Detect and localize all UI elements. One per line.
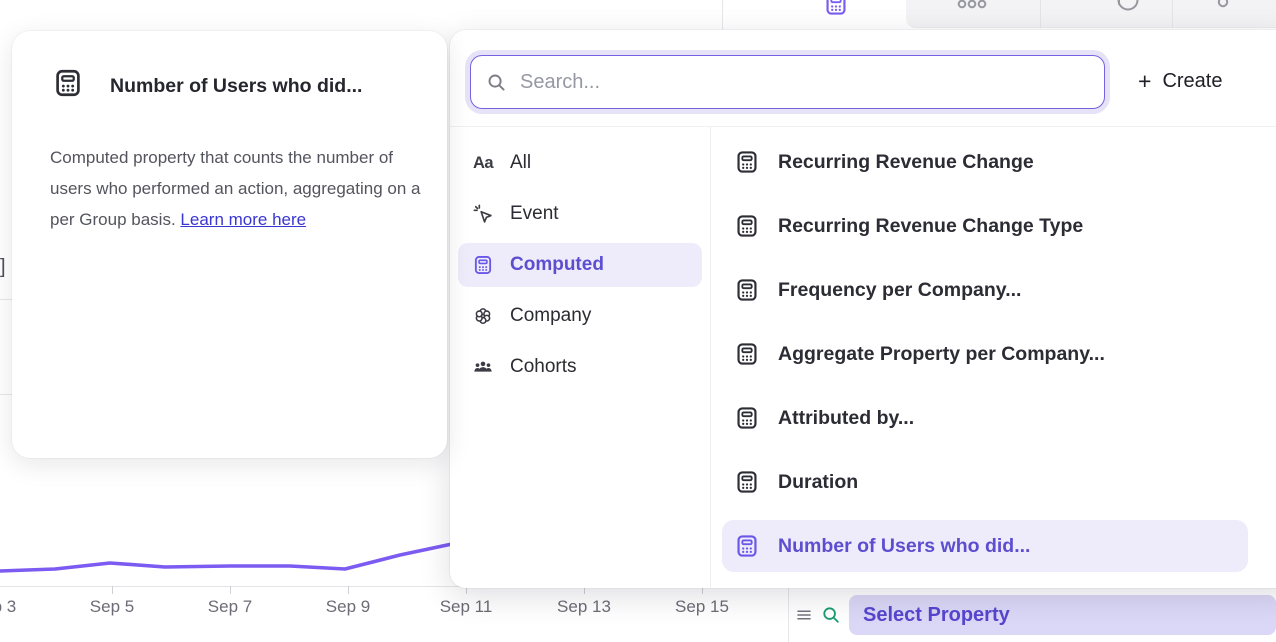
text-aa-icon: Aa [472,152,494,174]
header-divider [450,126,1276,127]
tooltip-title: Number of Users who did... [110,75,362,98]
select-property-pill[interactable]: Select Property [849,595,1276,635]
metric-line [0,544,452,571]
result-item[interactable]: Aggregate Property per Company... [722,328,1248,380]
select-property-bar: Select Property [788,588,1276,642]
result-item[interactable]: Recurring Revenue Change [722,136,1248,188]
category-cohorts[interactable]: Cohorts [458,345,702,389]
property-picker-panel: + Create Aa All Event Computed Company C… [450,30,1276,588]
result-label: Frequency per Company... [778,279,1021,302]
result-label: Aggregate Property per Company... [778,343,1105,366]
background-divider [0,394,12,395]
tooltip-description: Computed property that counts the number… [50,142,422,235]
category-all[interactable]: Aa All [458,141,702,185]
category-label: Event [510,203,559,225]
axis-tick-label: Sep 11 [421,597,511,617]
result-item-selected[interactable]: Number of Users who did... [722,520,1248,572]
axis-tick-label: Sep 15 [657,597,747,617]
calculator-icon [734,213,760,239]
tab-divider [1040,0,1041,28]
calculator-icon [823,0,849,17]
tab-divider [1172,0,1173,28]
category-computed[interactable]: Computed [458,243,702,287]
calculator-icon [734,341,760,367]
category-label: Cohorts [510,356,577,378]
result-label: Attributed by... [778,407,914,430]
create-button[interactable]: + Create [1138,70,1222,93]
result-item[interactable]: Frequency per Company... [722,264,1248,316]
calculator-icon [734,533,760,559]
cursor-click-icon [472,203,494,225]
learn-more-link[interactable]: Learn more here [180,210,306,229]
result-label: Duration [778,471,858,494]
search-icon [820,604,842,626]
card-edge-divider [722,0,723,30]
sidebar-divider [710,126,711,588]
three-dots-icon[interactable] [957,0,987,10]
category-company[interactable]: Company [458,294,702,338]
axis-tick [112,586,113,594]
arc-icon[interactable] [1116,0,1140,12]
company-cluster-icon [472,305,494,327]
result-label: Number of Users who did... [778,535,1030,558]
result-label: Recurring Revenue Change Type [778,215,1083,238]
calculator-icon [734,277,760,303]
search-input[interactable] [520,71,1090,94]
calculator-icon [472,254,494,276]
occluded-text-fragment: ] [0,256,6,279]
axis-tick [230,586,231,594]
circle-icon[interactable] [1217,0,1229,9]
category-list: Aa All Event Computed Company Cohorts [458,141,702,396]
category-label: Computed [510,254,604,276]
background-divider [0,299,12,300]
tab-group-inactive [906,0,1276,28]
calculator-icon [734,469,760,495]
axis-tick-label: Sep 13 [539,597,629,617]
create-button-label: Create [1162,70,1222,93]
calculator-icon [734,149,760,175]
category-label: All [510,152,531,174]
axis-tick-label: Sep 5 [67,597,157,617]
property-type-tabs [770,0,1276,28]
axis-tick [348,586,349,594]
property-tooltip-card: Number of Users who did... Computed prop… [12,31,447,458]
result-item[interactable]: Recurring Revenue Change Type [722,200,1248,252]
search-icon [485,71,508,94]
result-item[interactable]: Duration [722,456,1248,508]
calculator-icon [734,405,760,431]
result-item[interactable]: Attributed by... [722,392,1248,444]
axis-tick-label: Sep 7 [185,597,275,617]
tab-computed-active[interactable] [770,0,906,28]
axis-tick-label: Sep 9 [303,597,393,617]
category-label: Company [510,305,591,327]
drag-handle-icon[interactable] [795,606,813,624]
calculator-icon [52,67,84,99]
cohorts-people-icon [472,356,494,378]
plus-icon: + [1138,70,1151,93]
axis-tick-label: Sep 3 [0,597,39,617]
results-list: Recurring Revenue Change Recurring Reven… [722,136,1248,584]
result-label: Recurring Revenue Change [778,151,1034,174]
category-event[interactable]: Event [458,192,702,236]
search-box[interactable] [470,55,1105,109]
